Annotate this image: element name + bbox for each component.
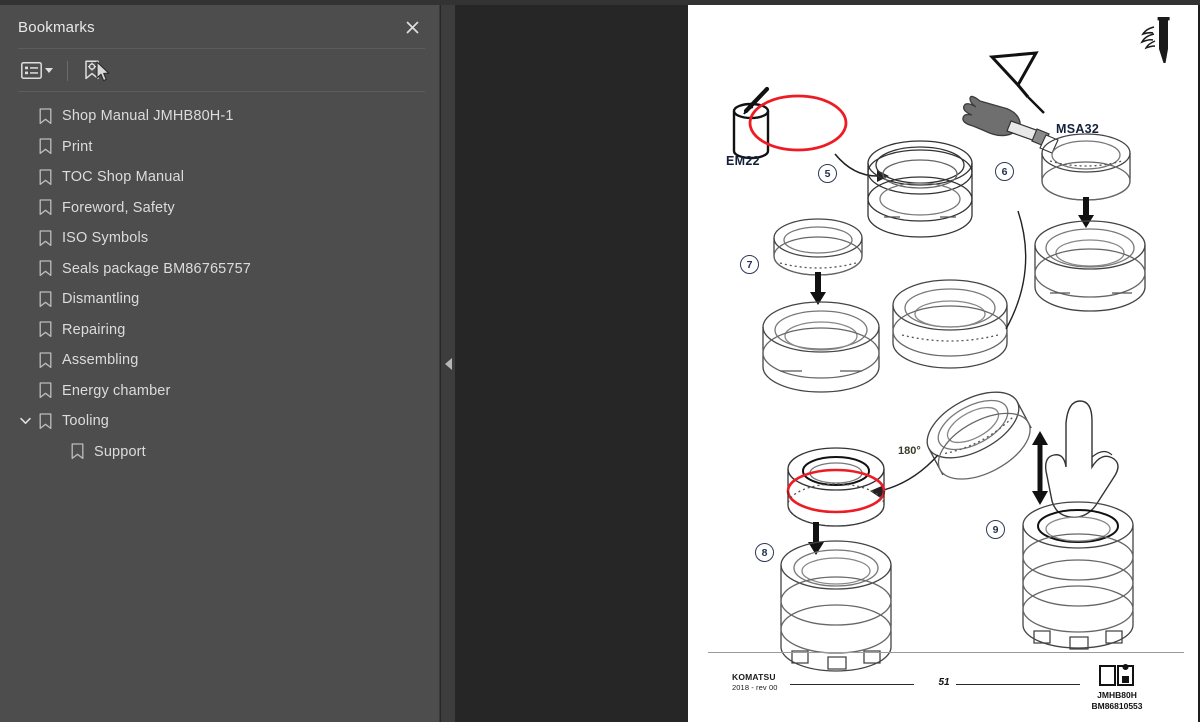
- bookmark-item-label: Assembling: [62, 352, 139, 369]
- bookmark-settings-icon: [85, 60, 99, 80]
- bookmark-icon-wrap: [34, 138, 56, 155]
- bookmark-icon-wrap: [34, 413, 56, 430]
- bookmark-item-energy-chamber[interactable]: Energy chamber: [0, 376, 439, 407]
- panel-title: Bookmarks: [18, 18, 95, 36]
- step-badge-9: 9: [986, 520, 1005, 539]
- ring-assembly-a: [867, 140, 973, 238]
- arrow-down-6: [1078, 197, 1094, 228]
- gloved-hand-illustration: [962, 95, 1059, 154]
- footer-model: JMHB80H: [1097, 690, 1137, 700]
- bookmark-item-iso-symbols[interactable]: ISO Symbols: [0, 223, 439, 254]
- bookmark-icon: [39, 352, 51, 368]
- bookmark-icon: [39, 169, 51, 185]
- bookmark-icon: [71, 443, 83, 460]
- bookmark-icon-wrap: [34, 260, 56, 277]
- toolbar-separator: [67, 60, 68, 81]
- list-options-button[interactable]: [18, 57, 56, 85]
- bookmark-icon-wrap: [34, 382, 56, 399]
- ring-assembly-e: [786, 447, 886, 527]
- bookmark-item-repairing[interactable]: Repairing: [0, 315, 439, 346]
- bookmark-item-assembling[interactable]: Assembling: [0, 345, 439, 376]
- bookmark-item-label: Repairing: [62, 321, 126, 338]
- bookmark-icon: [39, 321, 51, 338]
- arrow-down-7: [810, 272, 826, 305]
- body-assembly-right: [1022, 501, 1134, 650]
- document-viewer[interactable]: 5 6 7 8 9 EM22 MSA32 180° KOMATSU 2018 -…: [455, 5, 1200, 722]
- bookmark-icon: [39, 108, 51, 124]
- ring-assembly-d: [892, 279, 1008, 369]
- oiler-tool-illustration: [988, 51, 1045, 114]
- bookmark-item-dismantling[interactable]: Dismantling: [0, 284, 439, 315]
- bookmark-icon: [39, 413, 51, 429]
- bookmark-tree: Shop Manual JMHB80H-1 Print TOC Shop Manua…: [0, 92, 439, 467]
- bookmark-icon: [39, 230, 51, 246]
- rotation-annotation-180: 180°: [898, 445, 921, 457]
- bookmark-item-label: Print: [62, 138, 93, 155]
- bookmark-item-foreword-safety[interactable]: Foreword, Safety: [0, 193, 439, 224]
- bookmark-icon: [39, 291, 51, 307]
- bookmark-icon-wrap: [34, 230, 56, 247]
- bookmark-icon-wrap: [34, 108, 56, 125]
- step-badge-5: 5: [818, 164, 837, 183]
- step-badge-8: 8: [755, 543, 774, 562]
- list-options-icon: [21, 62, 42, 79]
- bookmark-item-label: Energy chamber: [62, 382, 171, 399]
- bookmark-item-label: TOC Shop Manual: [62, 169, 185, 186]
- step-badge-6: 6: [995, 162, 1014, 181]
- pdf-page: 5 6 7 8 9 EM22 MSA32 180° KOMATSU 2018 -…: [688, 5, 1200, 722]
- bookmark-icon: [39, 260, 51, 277]
- pdf-viewer-window: Bookmarks Shop Manual JMHB80H-1 Print TO…: [0, 0, 1200, 722]
- bookmark-item-label: Tooling: [62, 413, 109, 430]
- bookmark-icon-wrap: [34, 199, 56, 216]
- bookmark-item-shop-manual-jmhb80h-1[interactable]: Shop Manual JMHB80H-1: [0, 101, 439, 132]
- bookmark-item-tooling[interactable]: Tooling: [0, 406, 439, 437]
- footer-model-block: JMHB80H BM86810553: [1062, 664, 1172, 712]
- ring-assembly-g: [1034, 220, 1146, 312]
- footer-top-rule: [708, 652, 1184, 653]
- bookmark-icon-wrap: [34, 291, 56, 308]
- bookmarks-toolbar: [0, 49, 439, 92]
- bookmark-icon: [39, 199, 51, 216]
- bookmark-item-label: ISO Symbols: [62, 230, 149, 247]
- expand-toggle[interactable]: [16, 417, 34, 425]
- open-manual-icon: [1099, 664, 1134, 686]
- bookmark-item-label: Foreword, Safety: [62, 199, 175, 216]
- bookmark-settings-button[interactable]: [81, 57, 106, 85]
- footer-part-number: BM86810553: [1091, 701, 1143, 712]
- bookmark-icon: [39, 382, 51, 399]
- close-icon: [406, 21, 418, 33]
- bookmark-item-label: Shop Manual JMHB80H-1: [62, 108, 234, 125]
- toolbar-divider: [18, 91, 425, 92]
- hand-illustration: [1044, 400, 1119, 518]
- bookmark-icon-wrap: [34, 321, 56, 338]
- bookmarks-panel-header: Bookmarks: [0, 5, 439, 49]
- close-panel-button[interactable]: [399, 14, 425, 40]
- step-badge-7: 7: [740, 255, 759, 274]
- page-footer: KOMATSU 2018 - rev 00 51 JMHB80H BM86810…: [688, 652, 1198, 711]
- chevron-down-icon: [45, 68, 53, 73]
- bookmark-item-print[interactable]: Print: [0, 132, 439, 163]
- bookmark-item-seals-package-bm86765757[interactable]: Seals package BM86765757: [0, 254, 439, 285]
- tool-label-msa32: MSA32: [1056, 122, 1100, 136]
- triangle-left-icon: [444, 357, 452, 370]
- ring-assembly-b: [773, 218, 863, 276]
- bookmark-icon-wrap: [34, 352, 56, 369]
- bookmarks-panel: Bookmarks Shop Manual JMHB80H-1 Print TO…: [0, 5, 440, 722]
- bookmark-item-support[interactable]: Support: [0, 437, 439, 468]
- arrow-down-8: [808, 522, 824, 555]
- bookmark-item-label: Dismantling: [62, 291, 140, 308]
- panel-collapse-handle[interactable]: [441, 5, 455, 722]
- chevron-down-icon: [19, 418, 31, 425]
- bookmark-icon-wrap: [34, 169, 56, 186]
- ring-assembly-rotated: [926, 391, 1032, 480]
- bookmark-item-label: Support: [94, 443, 146, 460]
- bookmark-icon: [39, 138, 51, 155]
- bookmark-item-toc-shop-manual[interactable]: TOC Shop Manual: [0, 162, 439, 193]
- tool-label-em22: EM22: [726, 154, 760, 168]
- bookmark-icon-wrap: [66, 443, 88, 460]
- bookmark-item-label: Seals package BM86765757: [62, 260, 252, 277]
- ring-assembly-c: [762, 301, 880, 393]
